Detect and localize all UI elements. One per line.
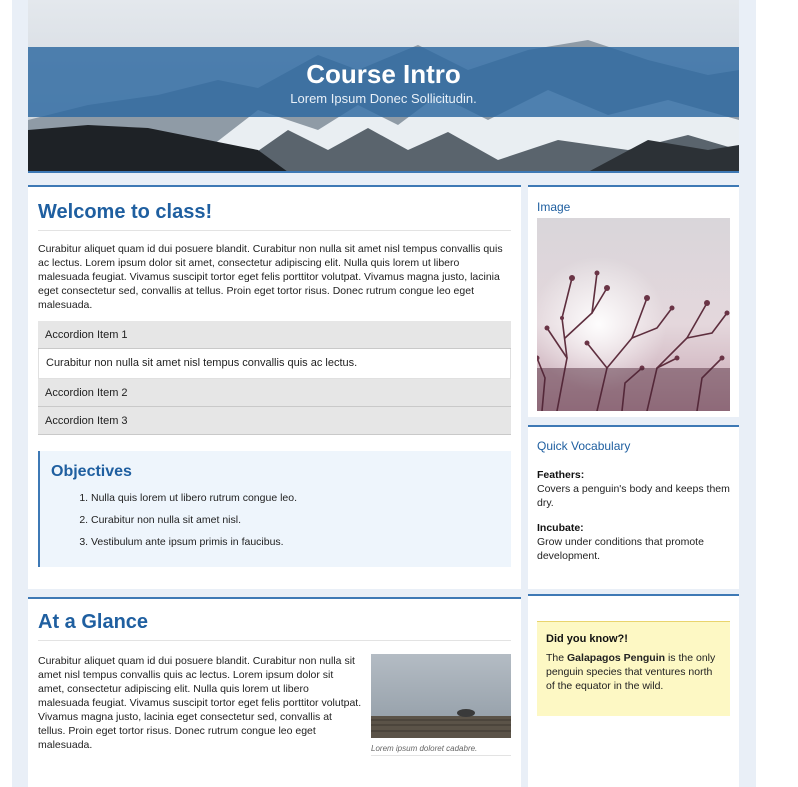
banner-title: Course Intro [306,59,461,89]
vocab-definition: Covers a penguin's body and keeps them d… [537,483,730,509]
vocab-term: Incubate: [537,522,584,534]
welcome-card: Welcome to class! Curabitur aliquet quam… [28,185,521,589]
accordion-item-1-content: Curabitur non nulla sit amet nisl tempus… [38,349,511,379]
objectives-list: Nulla quis lorem ut libero rutrum congue… [51,487,499,553]
glance-heading: At a Glance [38,611,511,641]
banner-divider [28,171,739,173]
vocab-definition: Grow under conditions that promote devel… [537,536,704,562]
highlight-term: Galapagos Penguin [567,652,666,664]
did-you-know-note: Did you know?! The Galapagos Penguin is … [537,621,730,716]
banner-subtitle: Lorem Ipsum Donec Sollicitudin. [290,91,477,106]
did-you-know-heading: Did you know?! [546,633,628,645]
image-card: Image [528,185,739,417]
accordion-item-3-header[interactable]: Accordion Item 3 [38,407,511,435]
did-you-know-text: The Galapagos Penguin is the only pengui… [546,652,716,692]
course-banner: Course Intro Lorem Ipsum Donec Sollicitu… [28,0,739,172]
vocabulary-title: Quick Vocabulary [537,439,631,453]
vocab-term: Feathers: [537,469,585,481]
glance-figure: Lorem ipsum doloret cadabre. [371,654,511,756]
accordion: Accordion Item 1 Curabitur non nulla sit… [38,321,511,435]
dock-fog-image [371,654,511,738]
objective-item: Vestibulum ante ipsum primis in faucibus… [91,531,499,553]
image-card-title: Image [537,200,571,214]
branches-image [537,218,730,411]
objective-item: Curabitur non nulla sit amet nisl. [91,509,499,531]
image-caption: Lorem ipsum doloret cadabre. [371,744,511,756]
vocabulary-card: Quick Vocabulary Feathers: Covers a peng… [528,425,739,589]
glance-card: At a Glance Curabitur aliquet quam id du… [28,597,521,787]
welcome-heading: Welcome to class! [38,201,511,231]
objective-item: Nulla quis lorem ut libero rutrum congue… [91,487,499,509]
welcome-paragraph: Curabitur aliquet quam id dui posuere bl… [38,243,503,311]
accordion-item-1-header[interactable]: Accordion Item 1 [38,321,511,349]
accordion-item-2-header[interactable]: Accordion Item 2 [38,379,511,407]
objectives-heading: Objectives [51,463,132,480]
banner-title-overlay: Course Intro Lorem Ipsum Donec Sollicitu… [28,47,739,117]
objectives-box: Objectives Nulla quis lorem ut libero ru… [38,451,511,567]
glance-paragraph: Curabitur aliquet quam id dui posuere bl… [38,655,362,751]
